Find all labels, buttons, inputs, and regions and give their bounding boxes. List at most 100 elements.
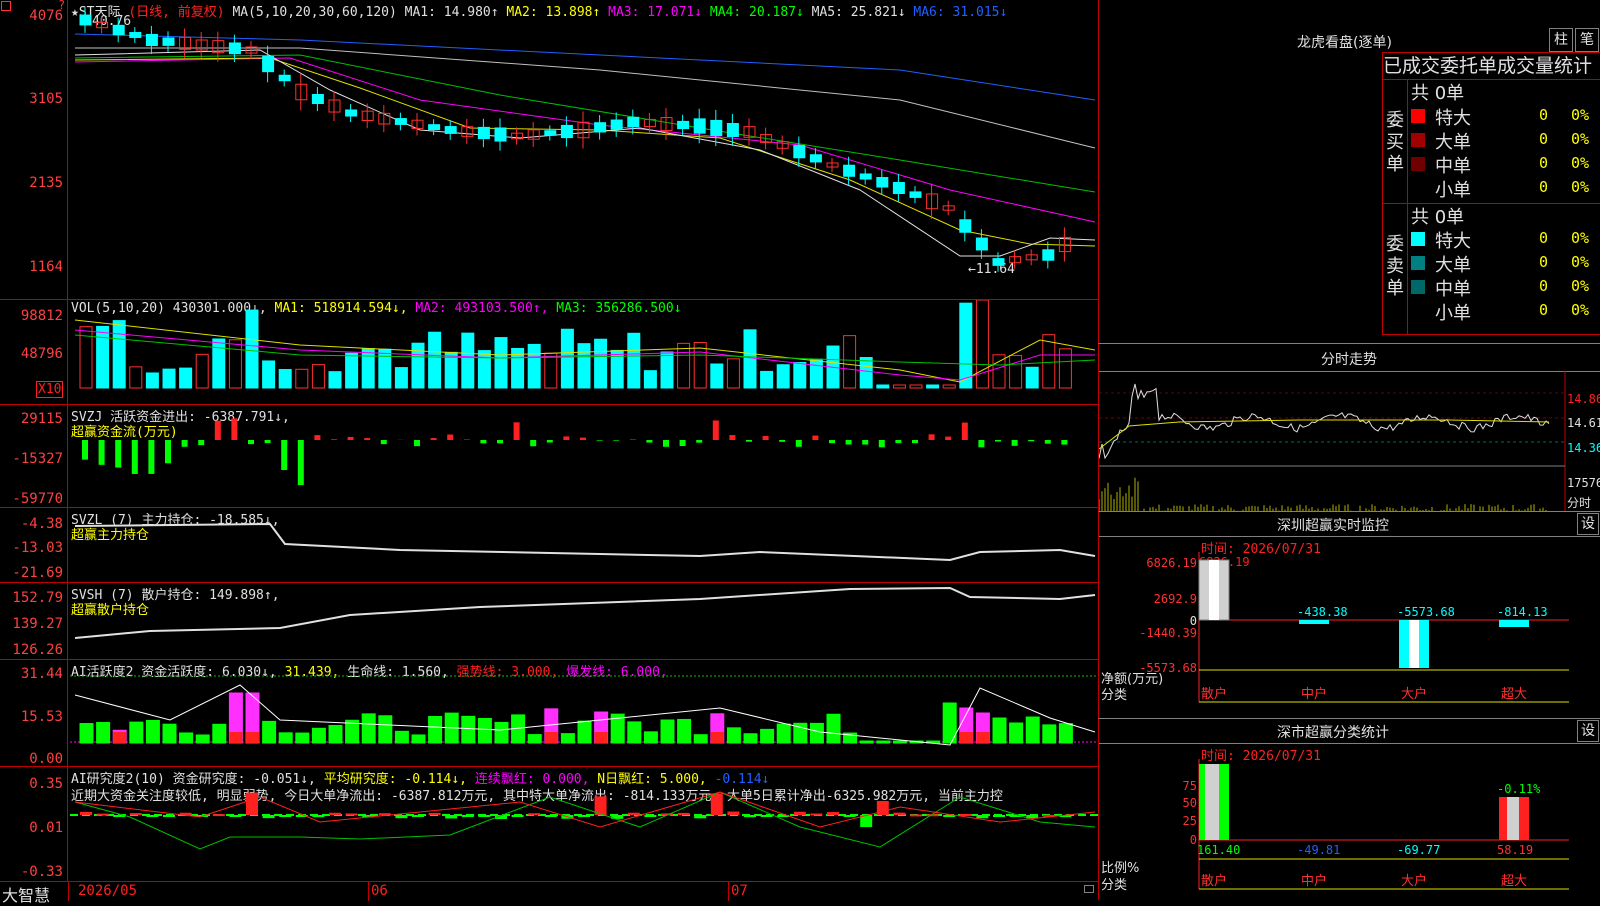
ai-activity-red-base: [595, 732, 608, 743]
svzj-bar: [929, 434, 935, 440]
candle: [860, 174, 871, 179]
volume-bar: [678, 343, 690, 388]
ai-activity-red-base: [545, 732, 558, 743]
kline-pane[interactable]: 4076 3105 2135 1164 ? ★ST天际 (日线, 前复权) MA…: [0, 0, 1098, 300]
volume-chart[interactable]: [0, 300, 1098, 405]
ai-research-pane[interactable]: 0.35 0.01 -0.33 AI研究度2(10) 资金研究度: -0.051…: [0, 767, 1098, 881]
volume-bar: [163, 369, 175, 388]
svzj-bar: [547, 440, 553, 443]
bottom-date-axis: 大智慧 2026/05 06 07: [0, 881, 1098, 901]
volume-bar: [893, 385, 905, 388]
svzj-bar: [314, 435, 320, 440]
sz-monitor-category: 大户: [1401, 686, 1427, 702]
date-tick: 2026/05: [78, 883, 137, 899]
candle: [163, 38, 174, 45]
order-size-count: 0: [1539, 229, 1548, 247]
order-size-swatch: [1411, 232, 1425, 246]
sell-total: 共 0单: [1411, 203, 1464, 229]
intraday-price-line: [1099, 384, 1549, 459]
svzj-bar: [895, 440, 901, 443]
ai-research-bar: [678, 813, 690, 815]
svzj-bar: [165, 440, 171, 463]
svzl-chart[interactable]: [0, 508, 1098, 583]
candle: [346, 110, 357, 116]
order-size-pct: 0%: [1571, 301, 1589, 319]
ai-activity-bar: [362, 714, 375, 743]
brand-logo[interactable]: 大智慧: [2, 882, 50, 906]
ai-activity-bar: [860, 741, 873, 743]
volume-bar: [113, 321, 125, 388]
volume-bar: [628, 333, 640, 388]
ai-research-bar: [263, 815, 275, 818]
order-size-pct: 0%: [1571, 106, 1589, 124]
intraday-panel[interactable]: 分时走势 14.86 14.61 14.36 17576 分时: [1098, 343, 1600, 511]
ai-activity-bar: [395, 731, 408, 743]
ai-research-bar: [644, 815, 656, 817]
ai-research-bar: [761, 815, 773, 817]
svzj-bar: [912, 440, 918, 443]
lock-icon[interactable]: [1084, 885, 1094, 893]
sz-monitor-chart[interactable]: 6826.192692.90-1440.39-5573.68-438.38-55…: [1099, 512, 1600, 719]
volume-bar: [727, 359, 739, 388]
svzl-pane[interactable]: -4.38 -13.03 -21.69 SVZL (7) 主力持仓: -18.5…: [0, 508, 1098, 583]
sz-classify-y-tick: 75: [1183, 779, 1197, 793]
svsh-pane[interactable]: 152.79 139.27 126.26 SVSH (7) 散户持仓: 149.…: [0, 583, 1098, 660]
ai-activity-bar: [180, 733, 193, 743]
ai-activity-bar: [263, 721, 276, 743]
ai-research-red-line: [75, 792, 1095, 827]
candle: [146, 34, 157, 45]
svzj-bar: [348, 437, 354, 440]
order-size-swatch: [1411, 181, 1425, 195]
ai-activity-bar: [827, 714, 840, 743]
kline-chart[interactable]: [0, 0, 1098, 300]
date-tick: 06: [371, 883, 388, 899]
volume-bar: [1010, 355, 1022, 388]
ai-research-bar: [429, 813, 441, 815]
order-size-label: 小单: [1435, 299, 1471, 325]
ai-research-chart[interactable]: [0, 767, 1098, 881]
volume-bar: [943, 385, 955, 388]
ai-activity-bar: [1026, 717, 1039, 743]
ma6-line: [75, 34, 1095, 100]
svzj-bar: [962, 423, 968, 440]
sz-monitor-bar-value: -438.38: [1297, 605, 1348, 619]
column-view-button[interactable]: 柱: [1549, 28, 1573, 52]
sz-monitor-y-tick: 6826.19: [1146, 556, 1197, 570]
sz-classify-chart[interactable]: 7550250-0.11%161.40散户-49.81中户-69.77大户58.…: [1099, 719, 1600, 901]
candle: [429, 125, 440, 130]
svzj-bar: [298, 440, 304, 485]
svsh-chart[interactable]: [0, 583, 1098, 660]
ai-activity-bar: [661, 720, 674, 743]
svzj-bar: [281, 440, 287, 470]
volume-bar: [794, 363, 806, 388]
sz-classify-category: 大户: [1401, 873, 1427, 889]
svzj-pane[interactable]: 29115 -15327 -59770 SVZJ 活跃资金进出: -6387.7…: [0, 405, 1098, 508]
svzj-bar: [630, 439, 636, 440]
pen-view-button[interactable]: 笔: [1575, 28, 1599, 52]
sz-monitor-y-tick: -5573.68: [1139, 661, 1197, 675]
ai-activity-bar: [877, 741, 890, 743]
ai-activity-pane[interactable]: 31.44 15.53 0.00 AI活跃度2 资金活跃度: 6.030↓, 3…: [0, 660, 1098, 767]
ai-research-bar: [794, 812, 806, 815]
sz-classify-y-tick: 25: [1183, 814, 1197, 828]
volume-pane[interactable]: 98812 48796 X10 VOL(5,10,20) 430301.000↓…: [0, 300, 1098, 405]
svsh-line: [75, 588, 1095, 638]
svzj-bar: [812, 436, 818, 440]
ai-activity-bar: [279, 733, 292, 743]
svzj-chart[interactable]: [0, 405, 1098, 508]
sz-monitor-bar-highlight: [1409, 620, 1419, 668]
volume-bar: [379, 349, 391, 388]
ai-research-bar: [910, 814, 922, 816]
ai-research-bar: [395, 815, 407, 818]
order-size-row: 大单00%: [1411, 251, 1600, 275]
order-size-label: 大单: [1435, 251, 1471, 277]
ai-activity-red-base: [711, 732, 724, 743]
volume-bar: [412, 343, 424, 388]
svzj-bar: [597, 440, 603, 441]
intraday-chart[interactable]: [1099, 344, 1600, 512]
order-size-row: 特大00%: [1411, 227, 1600, 251]
volume-bar: [97, 326, 109, 388]
ai-activity-chart[interactable]: [0, 660, 1098, 767]
ai-research-bar: [462, 815, 474, 817]
volume-bar: [744, 330, 756, 388]
